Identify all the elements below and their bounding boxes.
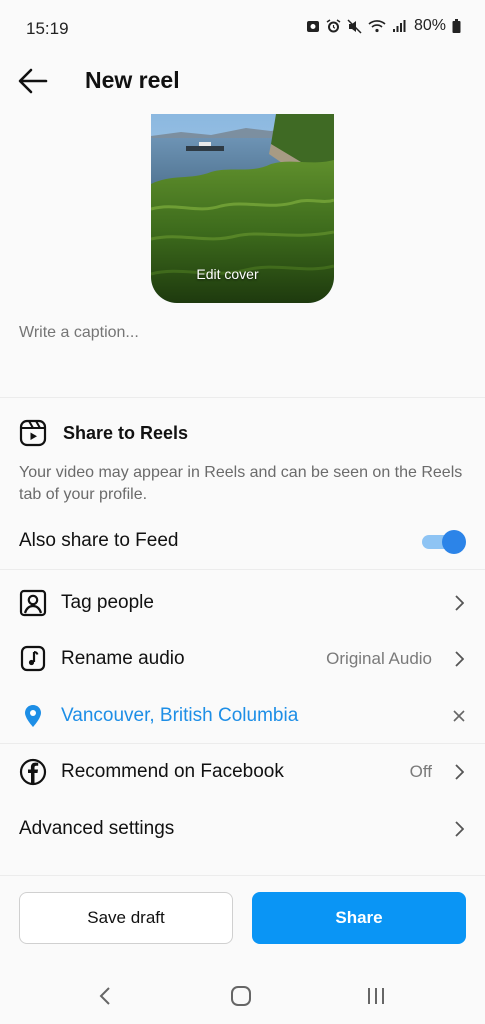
- chevron-right-icon: [452, 649, 466, 669]
- page-title: New reel: [85, 67, 180, 93]
- chevron-left-icon: [99, 987, 110, 1005]
- location-label: Vancouver, British Columbia: [61, 705, 299, 726]
- status-time: 15:19: [26, 19, 69, 38]
- advanced-settings-row[interactable]: Advanced settings: [19, 813, 466, 845]
- system-navigation-bar: [0, 970, 485, 1024]
- advanced-settings-label: Advanced settings: [19, 818, 175, 839]
- also-share-to-feed-label: Also share to Feed: [19, 530, 179, 551]
- share-button[interactable]: Share: [252, 892, 466, 944]
- tag-people-label: Tag people: [61, 592, 154, 613]
- app-notification-icon: [306, 21, 319, 32]
- location-pin-icon: [19, 702, 47, 730]
- divider: [0, 743, 485, 744]
- audio-value: Original Audio: [326, 649, 432, 668]
- mute-icon: [347, 18, 362, 34]
- divider: [0, 569, 485, 570]
- nav-back-button[interactable]: [90, 983, 120, 1009]
- status-icons: 80%: [306, 17, 461, 35]
- edit-cover-label: Edit cover: [196, 266, 259, 282]
- save-draft-button[interactable]: Save draft: [19, 892, 233, 944]
- share-to-reels-header: Share to Reels: [19, 418, 466, 448]
- battery-percentage: 80%: [413, 17, 446, 34]
- arrow-left-icon: [18, 68, 48, 94]
- header: New reel: [0, 58, 485, 104]
- signal-icon: [392, 20, 406, 32]
- rename-audio-label: Rename audio: [61, 648, 185, 669]
- chevron-right-icon: [452, 819, 466, 839]
- tag-people-row[interactable]: Tag people: [19, 587, 466, 619]
- recommend-value: Off: [409, 762, 432, 781]
- recent-apps-icon: [368, 988, 384, 1004]
- home-icon: [231, 986, 251, 1006]
- audio-icon: [19, 645, 47, 673]
- location-row[interactable]: Vancouver, British Columbia: [19, 700, 466, 732]
- share-to-reels-description: Your video may appear in Reels and can b…: [19, 464, 463, 503]
- reels-icon: [19, 419, 47, 447]
- wifi-icon: [368, 20, 386, 33]
- battery-icon: [452, 19, 461, 33]
- reel-cover-thumbnail[interactable]: Edit cover: [151, 114, 334, 303]
- share-to-reels-title: Share to Reels: [63, 422, 189, 443]
- facebook-icon: [19, 758, 47, 786]
- status-bar: 15:19 80%: [0, 0, 485, 58]
- divider: [0, 397, 485, 398]
- remove-location-button[interactable]: [452, 706, 466, 726]
- chevron-right-icon: [452, 762, 466, 782]
- nav-home-button[interactable]: [226, 983, 256, 1009]
- share-to-feed-toggle[interactable]: [422, 530, 466, 554]
- rename-audio-row[interactable]: Rename audio Original Audio: [19, 643, 466, 675]
- back-button[interactable]: [16, 66, 50, 96]
- nav-recent-apps-button[interactable]: [361, 983, 391, 1009]
- also-share-to-feed-row: Also share to Feed: [19, 526, 466, 556]
- recommend-on-facebook-row[interactable]: Recommend on Facebook Off: [19, 756, 466, 788]
- chevron-right-icon: [452, 593, 466, 613]
- close-icon: [453, 710, 465, 722]
- caption-input[interactable]: [19, 324, 466, 342]
- toggle-knob: [442, 530, 466, 554]
- recommend-on-facebook-label: Recommend on Facebook: [61, 761, 284, 782]
- tag-person-icon: [19, 589, 47, 617]
- alarm-icon: [326, 18, 341, 32]
- divider: [0, 875, 485, 876]
